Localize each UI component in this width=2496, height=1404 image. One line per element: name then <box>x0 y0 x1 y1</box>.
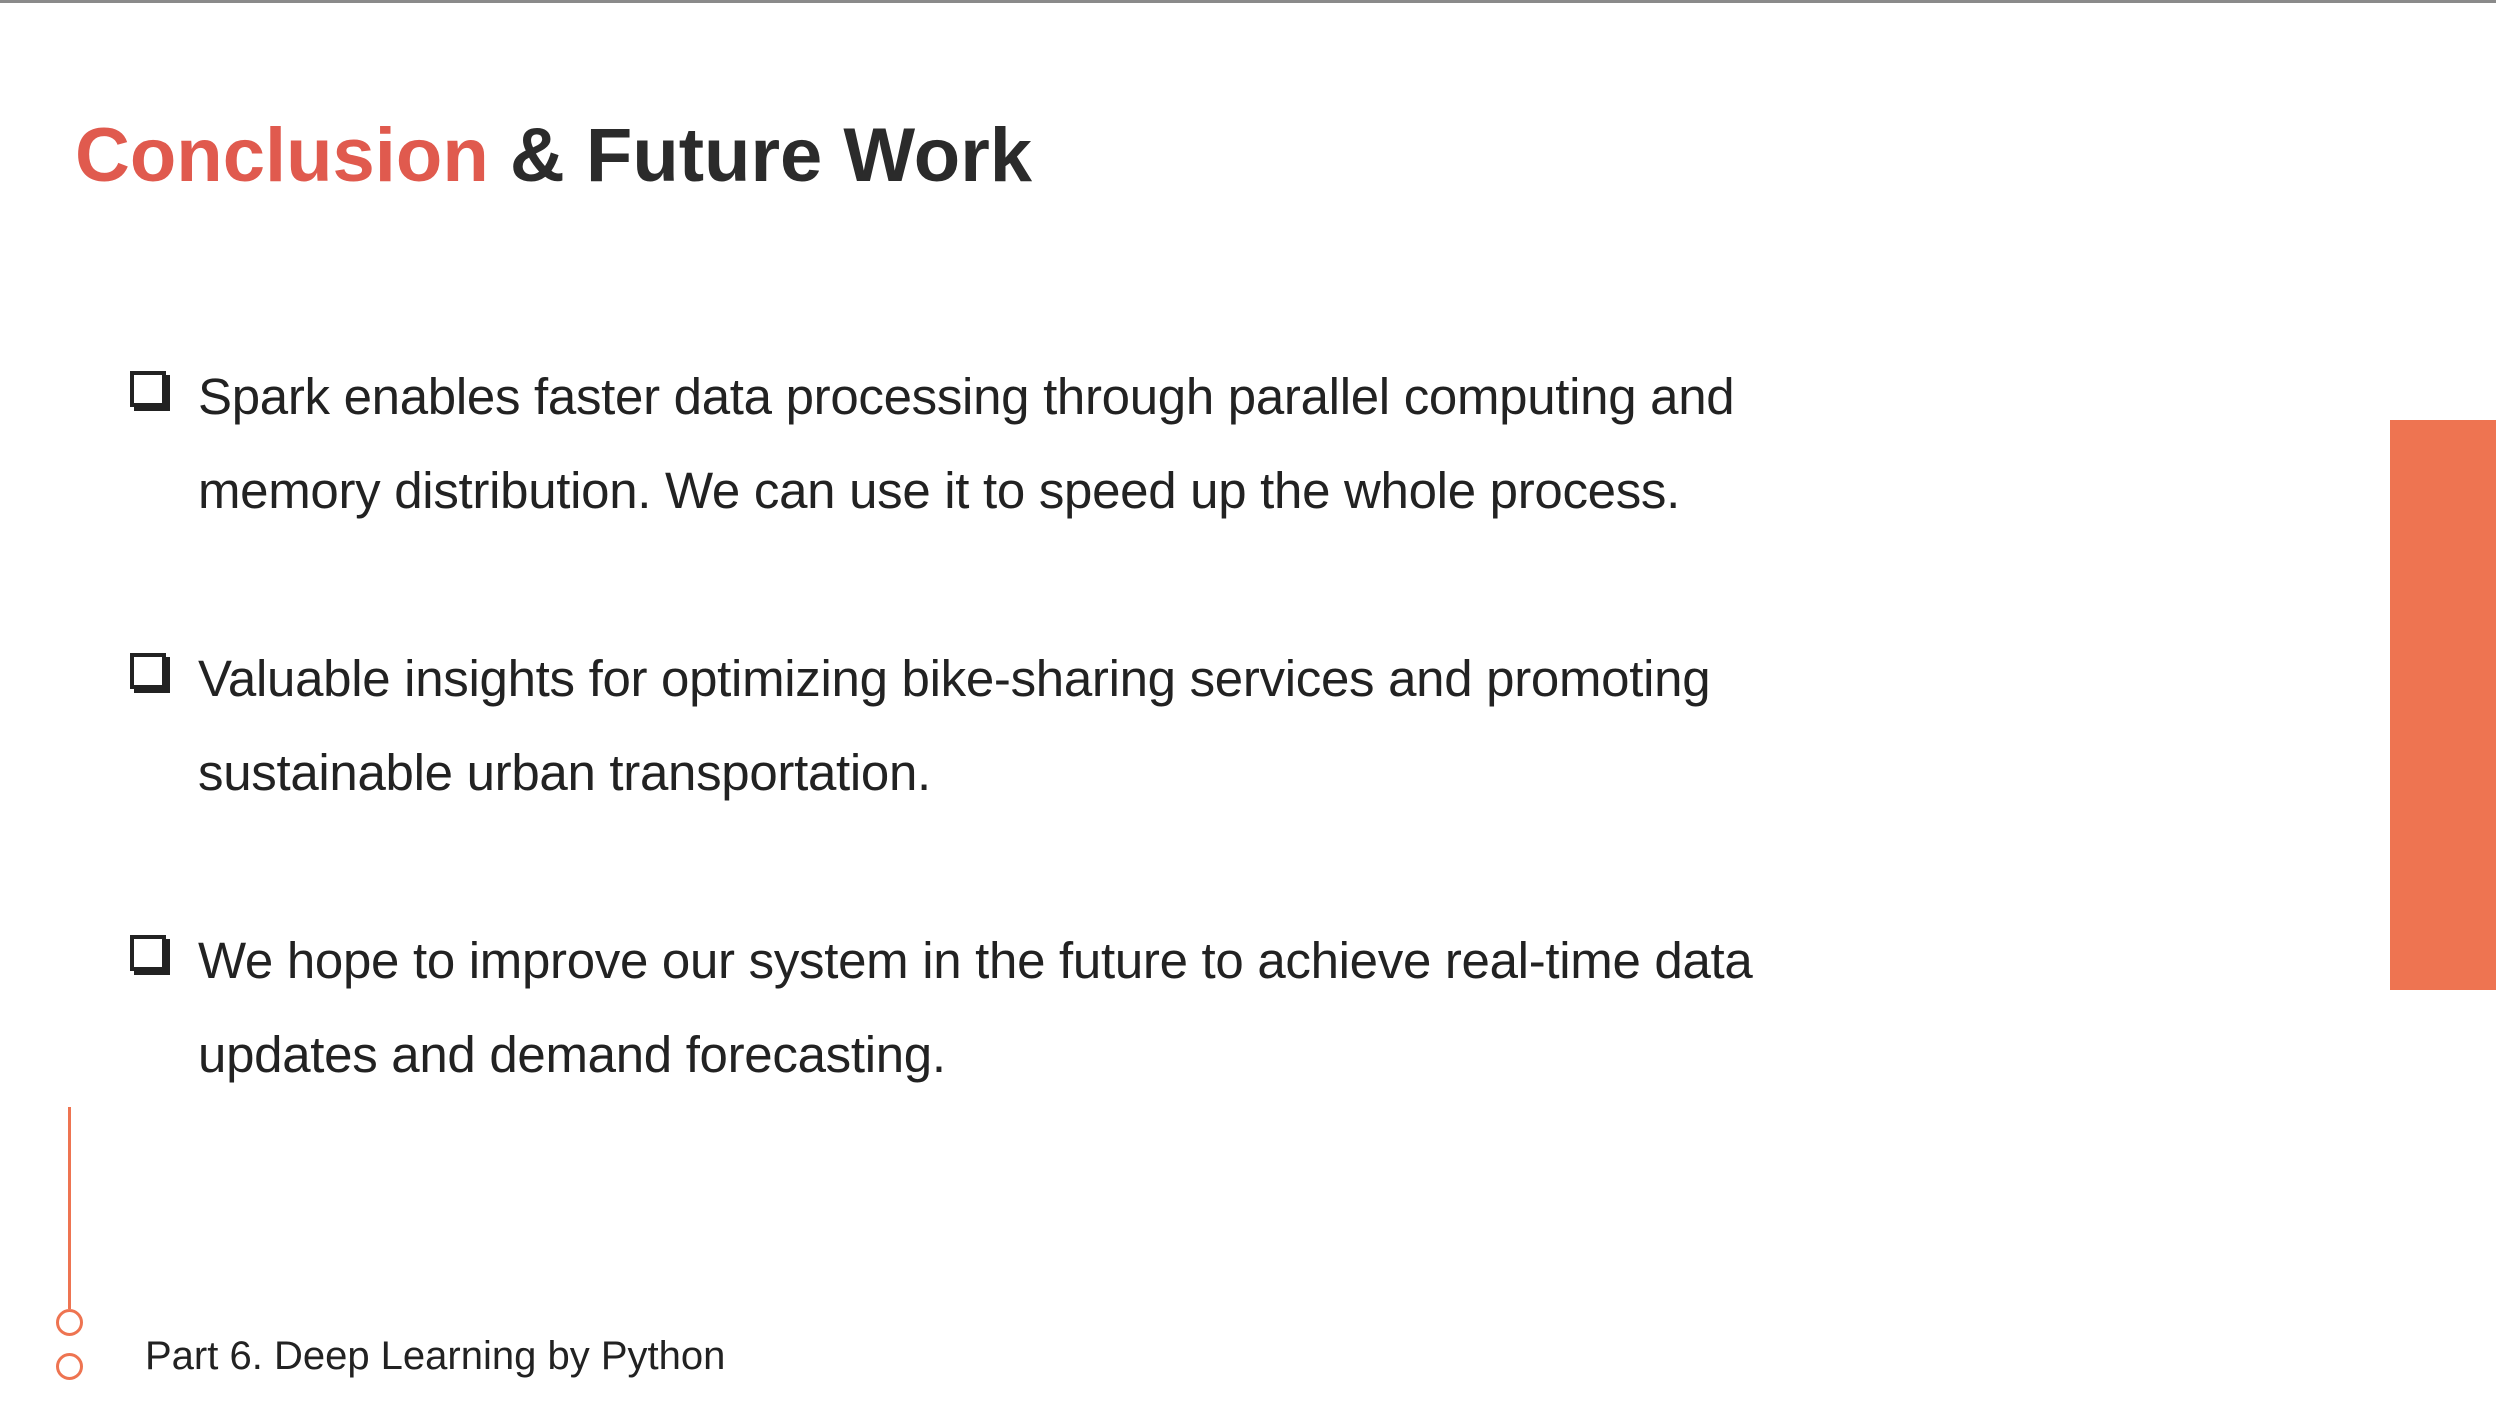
title-rest: & Future Work <box>488 113 1033 198</box>
bullet-item: Spark enables faster data processing thr… <box>130 350 1930 538</box>
bullet-item: Valuable insights for optimizing bike-sh… <box>130 632 1930 820</box>
slide: Conclusion & Future Work Spark enables f… <box>0 0 2496 1404</box>
checkbox-icon <box>130 371 166 407</box>
bullet-text: Spark enables faster data processing thr… <box>198 368 1735 519</box>
timeline-line <box>68 1107 71 1309</box>
top-border <box>0 0 2496 3</box>
bullet-text: Valuable insights for optimizing bike-sh… <box>198 650 1711 801</box>
bullet-text: We hope to improve our system in the fut… <box>198 932 1753 1083</box>
bullet-item: We hope to improve our system in the fut… <box>130 914 1930 1102</box>
timeline-dot-icon <box>56 1309 83 1336</box>
checkbox-icon <box>130 653 166 689</box>
timeline-dot-icon <box>56 1353 83 1380</box>
bullet-list: Spark enables faster data processing thr… <box>130 350 1930 1196</box>
accent-side-bar <box>2390 420 2496 990</box>
slide-title: Conclusion & Future Work <box>75 108 1032 204</box>
checkbox-icon <box>130 935 166 971</box>
title-accent: Conclusion <box>75 113 489 198</box>
footer-section-label: Part 6. Deep Learning by Python <box>145 1334 726 1378</box>
